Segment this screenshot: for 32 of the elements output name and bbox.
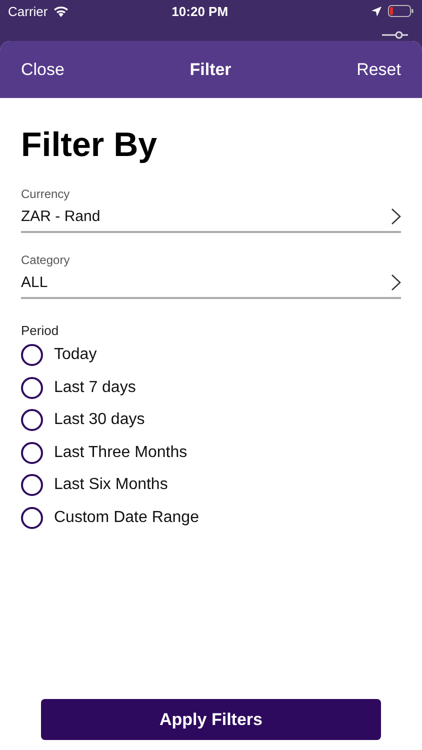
field-value: ALL	[21, 274, 48, 291]
option-label: Today	[54, 346, 97, 364]
field-value: ZAR - Rand	[21, 208, 100, 225]
battery-icon	[388, 5, 414, 17]
picker-field[interactable]: Currency ZAR - Rand	[21, 187, 401, 233]
close-button[interactable]: Close	[21, 60, 64, 80]
radio-button[interactable]	[21, 409, 43, 431]
picker-field[interactable]: Category ALL	[21, 253, 401, 299]
apply-filters-button[interactable]: Apply Filters	[41, 699, 381, 740]
radio-button[interactable]	[21, 344, 43, 366]
field-label: Currency	[21, 187, 71, 201]
period-label: Period	[21, 323, 60, 338]
sliders-icon[interactable]	[382, 30, 408, 41]
sheet-title: Filter	[190, 60, 232, 80]
option-label: Last Six Months	[54, 476, 168, 494]
carrier-name: Carrier	[8, 4, 48, 18]
option-label: Custom Date Range	[54, 508, 199, 526]
field-label: Category	[21, 253, 71, 267]
wifi-icon	[52, 5, 69, 17]
radio-button[interactable]	[21, 376, 43, 398]
option-label: Last 7 days	[54, 378, 136, 396]
chevron-icon	[391, 274, 401, 291]
reset-button[interactable]: Reset	[356, 60, 401, 80]
option-label: Last Three Months	[54, 444, 188, 462]
radio-button[interactable]	[21, 474, 43, 496]
option-label: Last 30 days	[54, 411, 145, 429]
chevron-icon	[391, 208, 401, 225]
radio-button[interactable]	[21, 506, 43, 528]
location-icon	[371, 6, 382, 16]
page-heading: Filter By	[21, 126, 158, 165]
radio-button[interactable]	[21, 442, 43, 464]
status-time: 10:20 PM	[170, 4, 230, 18]
